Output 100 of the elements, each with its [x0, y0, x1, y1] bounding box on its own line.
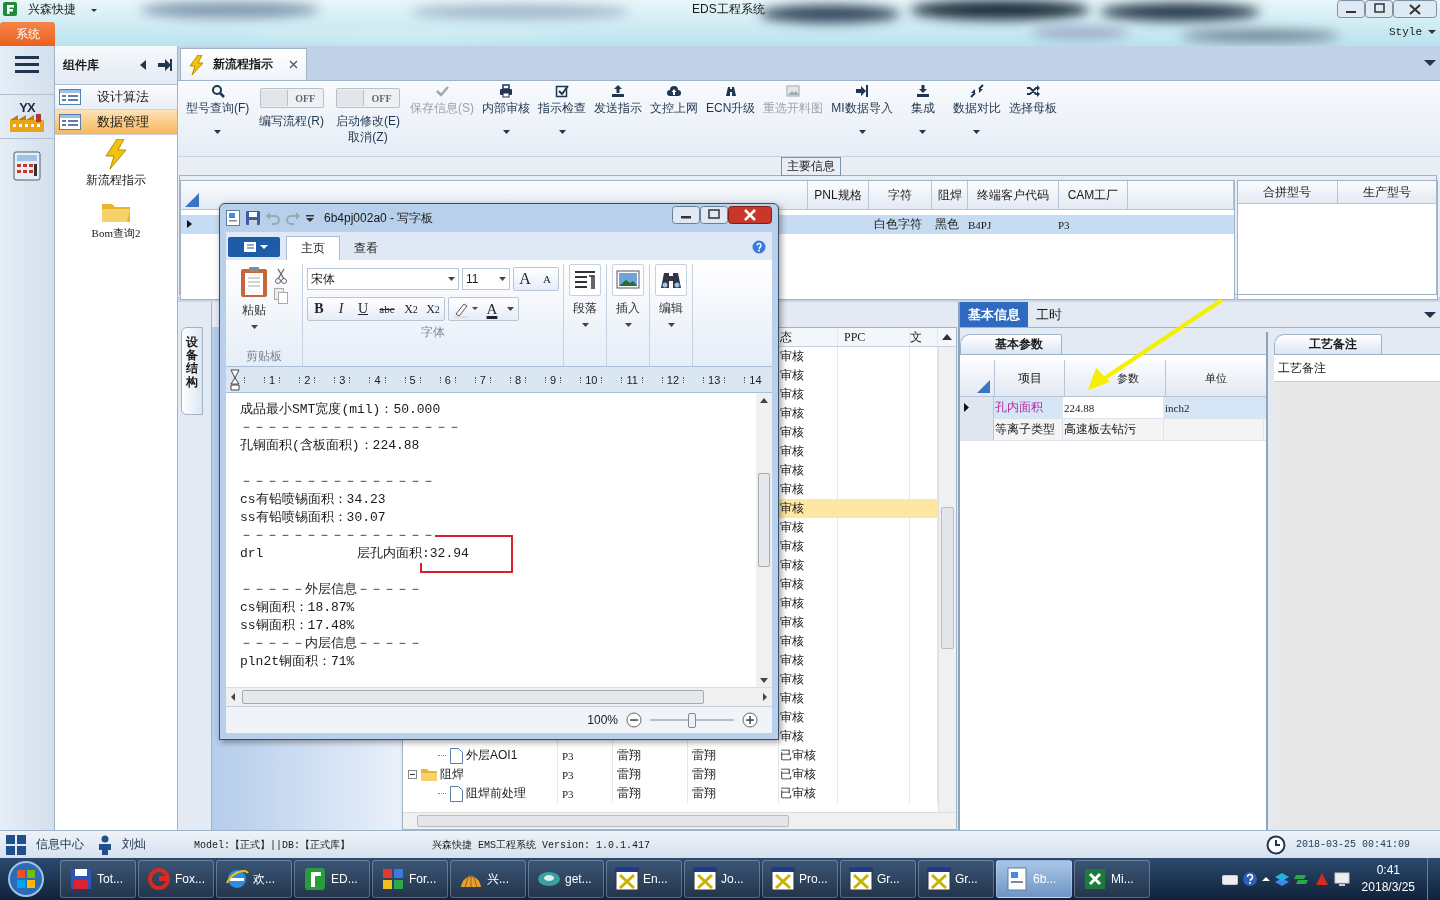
save-icon[interactable] [246, 211, 260, 225]
ribbon-button[interactable]: 型号查询(F) [182, 81, 254, 134]
maximize-button[interactable] [1365, 0, 1393, 18]
taskbar-button[interactable]: ED... [294, 860, 370, 898]
scrollbar[interactable] [403, 812, 956, 829]
tree-item[interactable]: 阻焊 [440, 766, 464, 783]
ribbon-button[interactable]: MI数据导入 [827, 81, 897, 134]
tab[interactable]: 基本参数 [960, 334, 1062, 354]
calculator-icon[interactable] [13, 151, 41, 181]
ribbon-button[interactable]: 内部审核 [478, 81, 534, 134]
row-header[interactable] [960, 397, 994, 418]
keyboard-icon[interactable] [1221, 873, 1238, 885]
dropdown-icon[interactable] [1424, 310, 1436, 319]
grow-font-button[interactable]: A [514, 269, 536, 289]
close-button[interactable] [728, 206, 772, 224]
taskbar-button[interactable]: For... [372, 860, 448, 898]
toggle-switch[interactable]: OFF [336, 88, 400, 108]
grid-icon[interactable] [6, 834, 26, 855]
table-row[interactable]: 阻焊 P3 雷翔 雷翔 已审核 [403, 765, 938, 784]
column-header[interactable]: 单位 [1165, 360, 1266, 396]
ribbon-button[interactable]: ECN升级 [702, 81, 760, 116]
minimize-button[interactable] [672, 206, 700, 224]
start-button[interactable] [6, 859, 46, 899]
column-header[interactable]: 阻焊 [932, 181, 968, 209]
format-button[interactable]: I [330, 299, 352, 319]
column-header[interactable]: 终端客户代码 [968, 181, 1059, 209]
ribbon-button[interactable]: 指示检查 [534, 81, 590, 134]
dropdown-icon[interactable] [1424, 59, 1436, 67]
scroll-thumb[interactable] [941, 507, 954, 649]
paste-button[interactable]: 粘贴 [240, 264, 268, 348]
font-select[interactable]: 宋体 [307, 268, 459, 290]
size-select[interactable]: 11 [462, 268, 510, 290]
format-button[interactable]: abc [374, 299, 400, 319]
scrollbar[interactable] [756, 393, 772, 687]
tray-arrow-icon[interactable] [1261, 876, 1270, 882]
tab[interactable]: 主页 [286, 236, 340, 260]
taskbar-button[interactable]: 欢... [216, 860, 292, 898]
side-tab[interactable]: 设备结构 [181, 327, 203, 415]
cut-icon[interactable] [274, 268, 288, 284]
list-item[interactable]: 数据管理 [55, 110, 177, 135]
toggle-switch[interactable]: OFF [259, 88, 324, 108]
column-header[interactable]: CAM工厂 [1059, 181, 1128, 209]
tree-item[interactable]: 阻焊前处理 [466, 785, 526, 802]
collapse-icon[interactable] [408, 770, 417, 779]
minimize-button[interactable] [1337, 0, 1365, 18]
ruler[interactable]: 1 2 3 4 5 6 7 8 9 10 11 12 13 14 [226, 367, 772, 393]
column-header[interactable]: 合拼型号 [1238, 181, 1338, 203]
taskbar-button[interactable]: Pro... [762, 860, 838, 898]
monitor-icon[interactable] [1333, 871, 1350, 887]
taskbar-button[interactable]: Jo... [684, 860, 760, 898]
tab[interactable]: 工艺备注 [1274, 334, 1382, 354]
app-menu-button[interactable] [228, 237, 280, 257]
format-button[interactable]: U [352, 299, 374, 319]
pin-icon[interactable] [157, 58, 173, 72]
tab[interactable]: 工时 [1028, 302, 1070, 327]
zoom-out-button[interactable] [626, 712, 642, 728]
ribbon-button[interactable]: 集成 [896, 81, 949, 134]
scrollbar[interactable] [226, 687, 772, 706]
caret-icon[interactable] [507, 307, 514, 311]
format-button[interactable]: B [308, 299, 330, 319]
taskbar-button[interactable]: Fox... [138, 860, 214, 898]
ribbon-button[interactable]: 发送指示 [590, 81, 646, 116]
taskbar-button[interactable]: get... [528, 860, 604, 898]
column-header[interactable]: 生产型号 [1337, 181, 1437, 203]
column-header[interactable]: 字符 [869, 181, 932, 209]
style-menu[interactable]: Style [1389, 22, 1436, 42]
taskbar-button[interactable]: 兴... [450, 860, 526, 898]
table-row[interactable]: 外层AOI1 P3 雷翔 雷翔 已审核 [403, 746, 938, 765]
scroll-thumb[interactable] [417, 815, 789, 827]
close-icon[interactable] [289, 60, 298, 69]
list-item[interactable]: 设计算法 [55, 85, 177, 110]
zoom-in-button[interactable] [742, 712, 758, 728]
tab[interactable]: 查看 [340, 236, 392, 260]
indent-marker-icon[interactable] [230, 368, 240, 391]
taskbar-button[interactable]: En... [606, 860, 682, 898]
help-icon[interactable] [1241, 871, 1258, 887]
clock[interactable]: 0:41 2018/3/25 [1361, 862, 1415, 896]
taskbar-button[interactable]: Gr... [918, 860, 994, 898]
table-row[interactable]: 阻焊前处理 P3 雷翔 雷翔 已审核 [403, 784, 938, 803]
column-header[interactable]: 文 [910, 328, 938, 346]
column-header[interactable]: 项目 [994, 360, 1064, 396]
maximize-button[interactable] [700, 206, 728, 224]
scroll-thumb[interactable] [758, 473, 770, 567]
scroll-thumb[interactable] [242, 690, 704, 704]
tile-button[interactable]: 新流程指示 [55, 135, 177, 195]
collapse-icon[interactable] [139, 59, 147, 71]
document-tab[interactable]: 新流程指示 [180, 48, 307, 80]
toggle-button[interactable]: OFF 编写流程(R) [253, 81, 330, 129]
scrollbar[interactable] [938, 347, 956, 812]
column-header[interactable]: PNL规格 [808, 181, 869, 209]
ribbon-button[interactable]: 选择母板 [1004, 81, 1061, 116]
network-icon[interactable] [1273, 871, 1290, 887]
table-row[interactable]: 审核 [779, 499, 938, 518]
tree-item[interactable]: 外层AOI1 [466, 747, 518, 764]
menu-icon[interactable] [15, 54, 39, 74]
ribbon-button[interactable]: 文控上网 [646, 81, 702, 116]
taskbar-button[interactable]: Tot... [60, 860, 136, 898]
tile-button[interactable]: Bom查询2 [55, 195, 177, 247]
tab[interactable]: 基本信息 [960, 302, 1028, 327]
dropdown-icon[interactable] [306, 214, 314, 222]
